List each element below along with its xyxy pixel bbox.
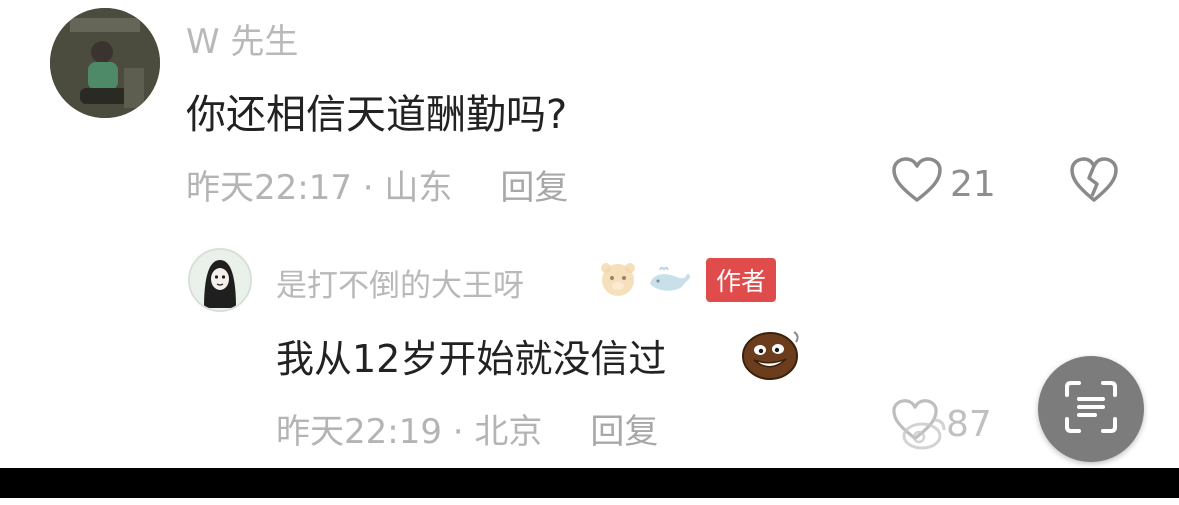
reply-comment-time-location: 昨天22:19 · 北京: [276, 412, 543, 452]
comment-thread-screen: W 先生 你还相信天道酬勤吗? 昨天22:17 · 山东 回复 21 是打不倒的大…: [0, 0, 1179, 505]
main-commenter-username[interactable]: W 先生: [186, 14, 298, 63]
text-scan-icon: [1061, 377, 1121, 441]
laughing-face-emoji-icon: [740, 326, 804, 382]
main-comment-meta: 昨天22:17 · 山东 回复: [186, 160, 568, 209]
reply-comment-text: 我从12岁开始就没信过: [276, 337, 667, 381]
weibo-logo-icon: [900, 412, 950, 459]
tiger-face-icon: [598, 260, 638, 298]
main-comment-like-button[interactable]: 21: [890, 156, 996, 213]
broken-heart-icon[interactable]: [1068, 156, 1120, 208]
reply-comment-meta: 昨天22:19 · 北京 回复: [276, 404, 658, 453]
reply-commenter-avatar[interactable]: [188, 248, 252, 312]
reply-comment-like-count: 87: [946, 404, 992, 445]
main-commenter-avatar[interactable]: [50, 8, 160, 118]
main-comment-reply-button[interactable]: 回复: [500, 168, 568, 208]
bottom-black-bar: [0, 468, 1179, 498]
reply-comment-reply-button[interactable]: 回复: [590, 412, 658, 452]
main-comment-like-count: 21: [950, 164, 996, 205]
main-comment-time-location: 昨天22:17 · 山东: [186, 168, 453, 208]
heart-outline-icon: [890, 156, 944, 213]
main-comment-text: 你还相信天道酬勤吗?: [186, 92, 568, 138]
reply-commenter-username[interactable]: 是打不倒的大王呀: [276, 260, 524, 305]
whale-icon: [646, 264, 692, 296]
author-badge: 作者: [706, 258, 777, 302]
text-scan-button[interactable]: [1038, 356, 1144, 462]
